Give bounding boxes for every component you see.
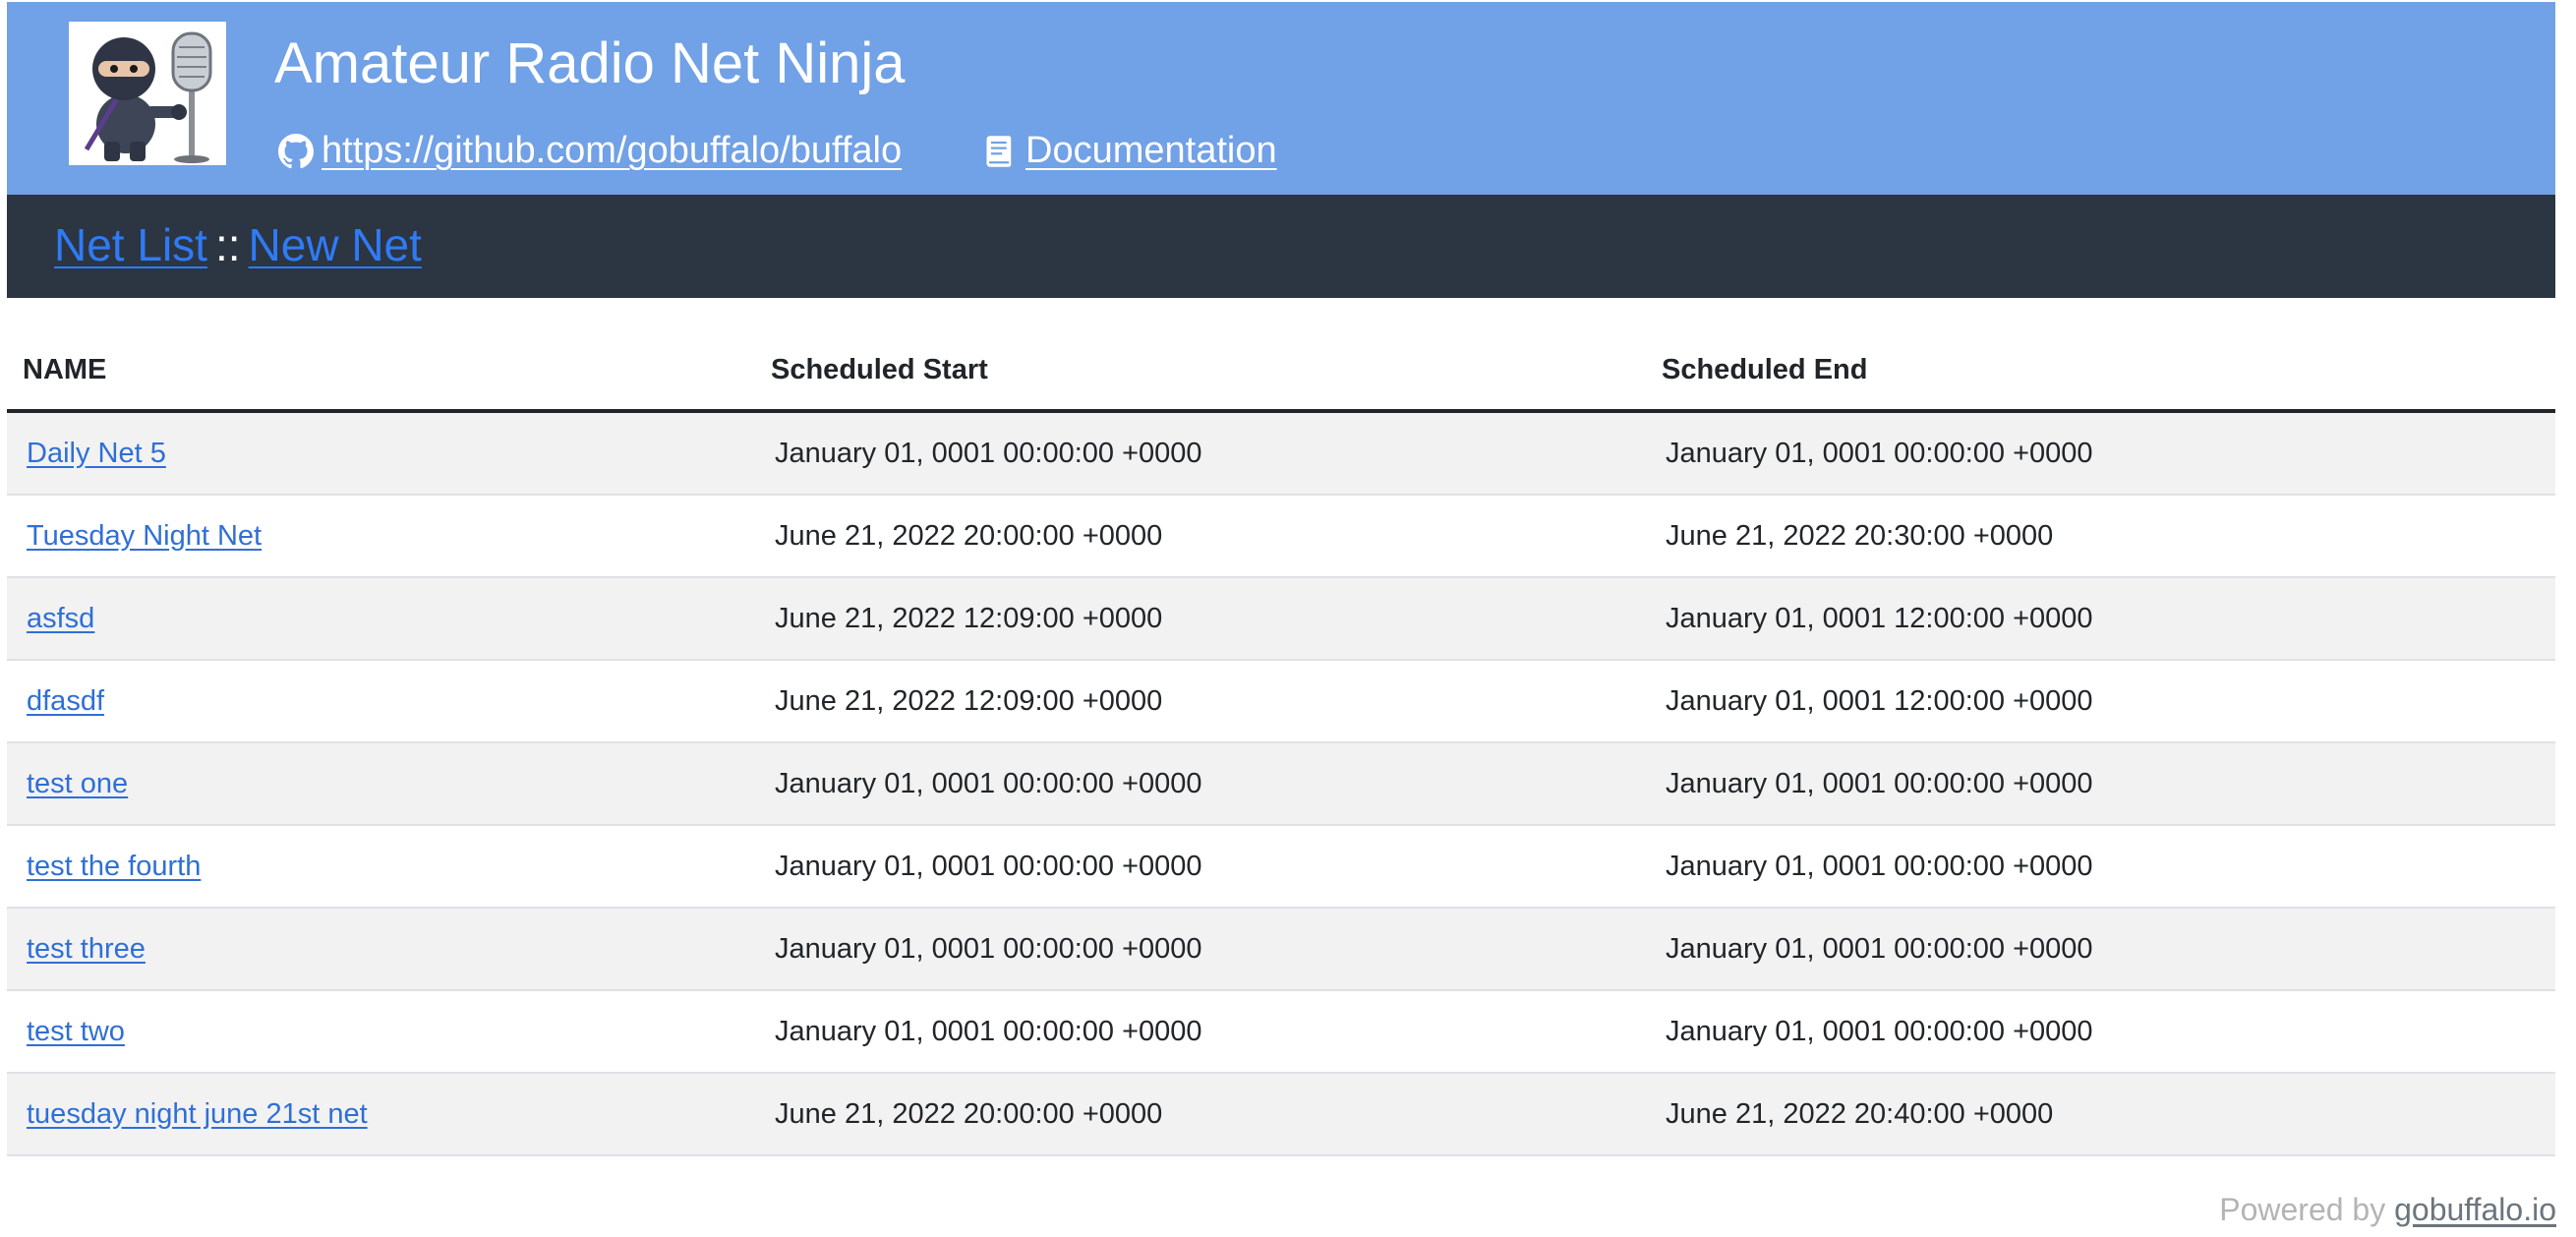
net-name-link[interactable]: test three [27,933,146,965]
site-header: Amateur Radio Net Ninja https://github.c… [7,2,2555,195]
net-name-link[interactable]: Daily Net 5 [27,438,166,469]
footer-prefix: Powered by [2219,1192,2395,1227]
table-row: Tuesday Night Net June 21, 2022 20:00:00… [7,495,2555,578]
page: Amateur Radio Net Ninja https://github.c… [0,0,2576,1237]
table-row: Daily Net 5 January 01, 0001 00:00:00 +0… [7,411,2555,496]
scheduled-end-cell: January 01, 0001 00:00:00 +0000 [1646,990,2555,1074]
nav-separator: :: [214,219,241,270]
net-name-link[interactable]: Tuesday Night Net [27,520,262,552]
table-row: test the fourth January 01, 0001 00:00:0… [7,825,2555,909]
column-header-scheduled-end: Scheduled End [1646,330,2555,413]
net-name-cell: Daily Net 5 [7,411,755,496]
net-list-link[interactable]: Net List [54,219,207,270]
book-icon [982,133,1018,168]
table-row: asfsd June 21, 2022 12:09:00 +0000 Janua… [7,577,2555,661]
new-net-link[interactable]: New Net [249,219,422,270]
documentation-link[interactable]: Documentation [982,126,1277,175]
net-name-link[interactable]: dfasdf [27,685,104,717]
table-row: test two January 01, 0001 00:00:00 +0000… [7,990,2555,1074]
nets-table: NAME Scheduled Start Scheduled End Daily… [7,330,2555,1156]
net-name-cell: test two [7,990,755,1074]
column-header-name: NAME [7,330,755,413]
net-name-cell: asfsd [7,577,755,661]
scheduled-end-cell: January 01, 0001 00:00:00 +0000 [1646,825,2555,909]
scheduled-end-cell: January 01, 0001 12:00:00 +0000 [1646,660,2555,743]
scheduled-end-cell: January 01, 0001 00:00:00 +0000 [1646,908,2555,991]
net-name-cell: test the fourth [7,825,755,909]
scheduled-start-cell: January 01, 0001 00:00:00 +0000 [755,990,1646,1074]
footer: Powered by gobuffalo.io [2219,1192,2556,1228]
github-repo-link[interactable]: https://github.com/gobuffalo/buffalo [278,126,902,175]
scheduled-start-cell: June 21, 2022 20:00:00 +0000 [755,1073,1646,1156]
scheduled-end-cell: June 21, 2022 20:40:00 +0000 [1646,1073,2555,1156]
scheduled-end-cell: June 21, 2022 20:30:00 +0000 [1646,495,2555,578]
column-header-scheduled-start: Scheduled Start [755,330,1646,413]
table-row: tuesday night june 21st net June 21, 202… [7,1073,2555,1156]
scheduled-start-cell: January 01, 0001 00:00:00 +0000 [755,825,1646,909]
gobuffalo-link[interactable]: gobuffalo.io [2394,1192,2556,1227]
net-name-cell: tuesday night june 21st net [7,1073,755,1156]
breadcrumb: Net List:: New Net [54,216,422,273]
github-icon [278,133,314,169]
scheduled-start-cell: June 21, 2022 20:00:00 +0000 [755,495,1646,578]
table-header-row: NAME Scheduled Start Scheduled End [7,330,2555,413]
scheduled-start-cell: January 01, 0001 00:00:00 +0000 [755,742,1646,826]
app-title: Amateur Radio Net Ninja [274,31,906,95]
documentation-label: Documentation [1025,130,1277,171]
table-row: dfasdf June 21, 2022 12:09:00 +0000 Janu… [7,660,2555,743]
scheduled-start-cell: January 01, 0001 00:00:00 +0000 [755,908,1646,991]
net-name-cell: test three [7,908,755,991]
scheduled-start-cell: January 01, 0001 00:00:00 +0000 [755,411,1646,496]
scheduled-start-cell: June 21, 2022 12:09:00 +0000 [755,577,1646,661]
net-name-link[interactable]: test the fourth [27,851,201,882]
scheduled-end-cell: January 01, 0001 00:00:00 +0000 [1646,411,2555,496]
net-name-cell: dfasdf [7,660,755,743]
nav-bar: Net List:: New Net [7,195,2555,298]
net-name-cell: test one [7,742,755,826]
net-name-link[interactable]: asfsd [27,603,94,634]
ninja-microphone-logo [69,22,226,165]
table-row: test three January 01, 0001 00:00:00 +00… [7,908,2555,991]
scheduled-start-cell: June 21, 2022 12:09:00 +0000 [755,660,1646,743]
net-name-link[interactable]: tuesday night june 21st net [27,1098,368,1130]
github-repo-label: https://github.com/gobuffalo/buffalo [322,130,903,171]
net-name-cell: Tuesday Night Net [7,495,755,578]
table-row: test one January 01, 0001 00:00:00 +0000… [7,742,2555,826]
net-name-link[interactable]: test two [27,1016,125,1047]
net-name-link[interactable]: test one [27,768,128,799]
scheduled-end-cell: January 01, 0001 12:00:00 +0000 [1646,577,2555,661]
scheduled-end-cell: January 01, 0001 00:00:00 +0000 [1646,742,2555,826]
